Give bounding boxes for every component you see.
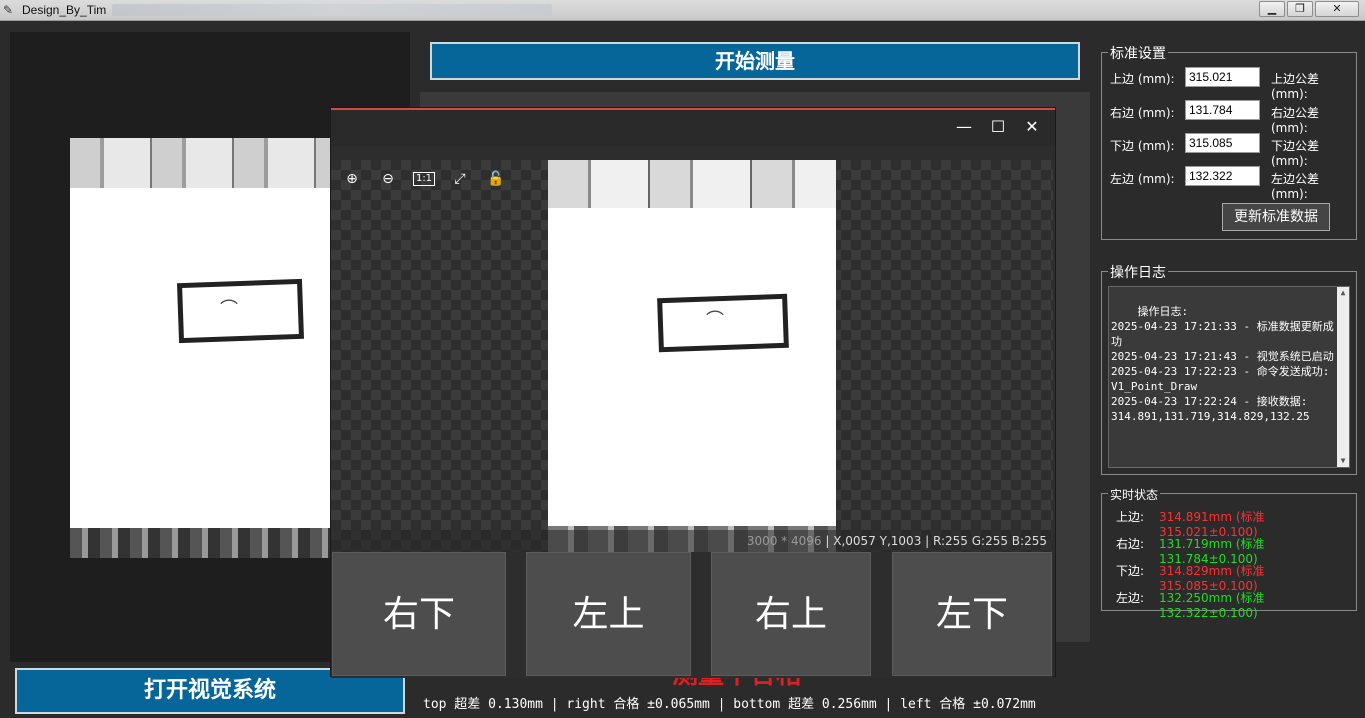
log-textarea[interactable]: 操作日志: 2025-04-23 17:21:33 - 标准数据更新成功 202… [1108, 286, 1350, 468]
actual-size-icon[interactable]: 1:1 [413, 172, 435, 186]
bottom-standard-input[interactable] [1185, 133, 1260, 153]
operation-log-group: 操作日志 操作日志: 2025-04-23 17:21:33 - 标准数据更新成… [1101, 262, 1357, 475]
status-separator: | [925, 534, 934, 548]
viewer-minimize-button[interactable]: — [955, 118, 973, 136]
left-standard-input[interactable] [1185, 166, 1260, 186]
bottom-tolerance-label: 下边公差 (mm): [1271, 139, 1320, 168]
standard-settings-title: 标准设置 [1108, 43, 1168, 63]
direction-bottom-left-button[interactable]: 左下 [892, 552, 1052, 676]
viewer-toolbar: ⊕ ⊖ 1:1 ⤢ 🔓 [341, 168, 507, 190]
image-viewer-window: — ☐ ✕ ⌒ ⊕ ⊖ 1:1 ⤢ 🔓 3000 * 4096 | X,0057… [331, 108, 1055, 678]
update-standard-button[interactable]: 更新标准数据 [1222, 203, 1330, 231]
bottom-label: 下边 (mm): [1110, 139, 1175, 153]
left-label: 左边 (mm): [1110, 172, 1175, 186]
scroll-up-icon[interactable]: ▲ [1337, 287, 1349, 299]
right-tolerance-label: 右边公差 (mm): [1271, 106, 1320, 135]
direction-bottom-right-button[interactable]: 右下 [332, 552, 506, 676]
realtime-status-group: 实时状态 上边: 314.891mm (标准315.021±0.100) 右边:… [1101, 486, 1357, 620]
image-sketch: ⌒ [220, 299, 238, 320]
direction-top-left-button[interactable]: 左上 [526, 552, 691, 676]
rt-left-value: 132.250mm (标准132.322±0.100) [1159, 591, 1265, 620]
window-controls: ▁ ❐ ✕ [1259, 1, 1359, 17]
obscured-title-area [112, 4, 552, 16]
operation-log-title: 操作日志 [1108, 262, 1168, 282]
log-scrollbar[interactable]: ▲ ▼ [1337, 287, 1349, 467]
fit-screen-icon[interactable]: ⤢ [449, 168, 471, 190]
right-standard-input[interactable] [1185, 100, 1260, 120]
zoom-in-icon[interactable]: ⊕ [341, 168, 363, 190]
unlock-icon[interactable]: 🔓 [485, 168, 507, 190]
viewer-image[interactable]: ⌒ [548, 160, 836, 552]
rt-bottom-label: 下边: [1116, 564, 1145, 578]
title-bar: ✎ Design_By_Tim ▁ ❐ ✕ [0, 0, 1365, 21]
viewer-maximize-button[interactable]: ☐ [989, 118, 1007, 136]
window-title: Design_By_Tim [22, 3, 107, 17]
close-button[interactable]: ✕ [1315, 1, 1359, 17]
right-label: 右边 (mm): [1110, 106, 1175, 120]
left-tolerance-label: 左边公差 (mm): [1271, 172, 1320, 201]
top-standard-input[interactable] [1185, 67, 1260, 87]
viewer-status-bar: 3000 * 4096 | X,0057 Y,1003 | R:255 G:25… [331, 530, 1053, 552]
image-resolution: 3000 * 4096 [746, 534, 822, 548]
minimize-button[interactable]: ▁ [1259, 1, 1285, 17]
log-text: 操作日志: 2025-04-23 17:21:33 - 标准数据更新成功 202… [1111, 305, 1334, 423]
measurement-summary: top 超差 0.130mm | right 合格 ±0.065mm | bot… [423, 697, 1036, 712]
viewer-title-bar: — ☐ ✕ [331, 110, 1055, 146]
image-frame-shape [176, 278, 305, 344]
rt-left-label: 左边: [1116, 591, 1145, 605]
cursor-coords: X,0057 Y,1003 [833, 534, 922, 548]
maximize-button[interactable]: ❐ [1287, 1, 1313, 17]
scroll-down-icon[interactable]: ▼ [1337, 455, 1349, 467]
rt-top-label: 上边: [1116, 510, 1145, 524]
rt-right-label: 右边: [1116, 537, 1145, 551]
direction-buttons: 右下 左上 右上 左下 [331, 552, 1053, 678]
start-measure-button[interactable]: 开始测量 [430, 42, 1080, 80]
pixel-rgb: R:255 G:255 B:255 [933, 534, 1047, 548]
top-tolerance-label: 上边公差 (mm): [1271, 72, 1320, 101]
image-background-top [70, 138, 332, 188]
standard-settings-group: 标准设置 上边 (mm): 上边公差 (mm): 右边 (mm): 右边公差 (… [1101, 43, 1357, 240]
zoom-out-icon[interactable]: ⊖ [377, 168, 399, 190]
direction-top-right-button[interactable]: 右上 [711, 552, 871, 676]
camera-image: ⌒ [70, 138, 332, 558]
realtime-status-title: 实时状态 [1108, 486, 1161, 503]
image-background-bottom [70, 528, 332, 558]
feather-icon: ✎ [3, 3, 14, 17]
top-label: 上边 (mm): [1110, 72, 1175, 86]
viewer-sketch: ⌒ [706, 310, 724, 331]
viewer-image-top [548, 160, 836, 208]
viewer-close-button[interactable]: ✕ [1023, 118, 1041, 136]
